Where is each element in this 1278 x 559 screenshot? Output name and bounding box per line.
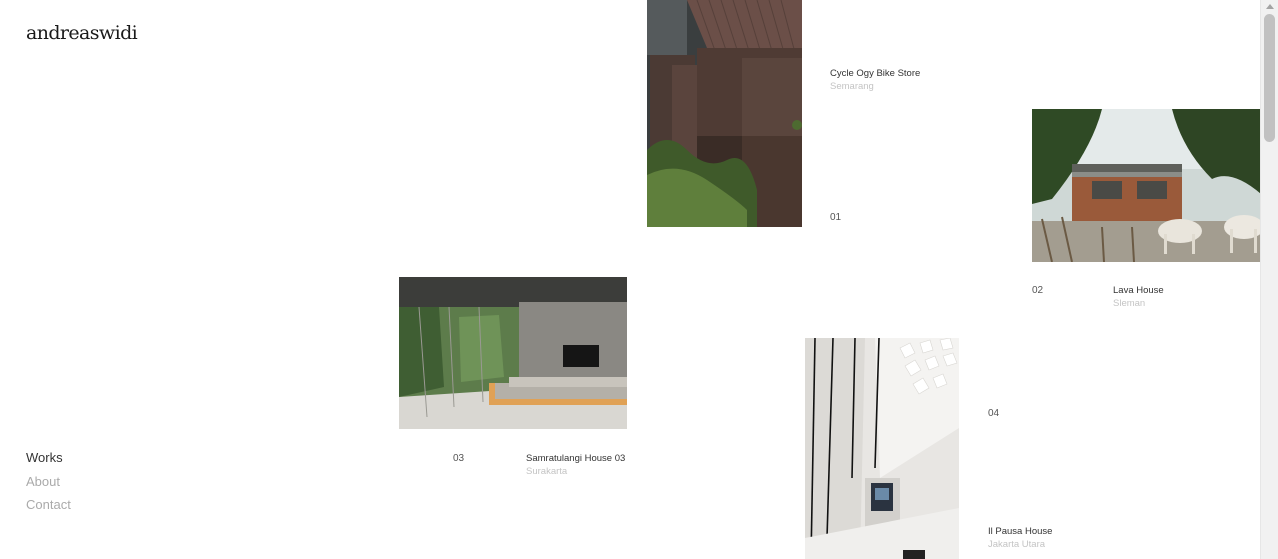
- site-logo[interactable]: andreaswidi: [26, 22, 138, 44]
- project-01-title[interactable]: Cycle Ogy Bike Store: [830, 68, 920, 79]
- project-04-location: Jakarta Utara: [988, 539, 1046, 550]
- main-nav: Works About Contact: [26, 446, 71, 517]
- scroll-up-arrow-icon[interactable]: [1266, 4, 1274, 9]
- project-02-number: 02: [1032, 285, 1044, 296]
- page: andreaswidi Works About Contact Cycle Og…: [0, 0, 1278, 559]
- page-scrollbar[interactable]: [1260, 0, 1278, 559]
- project-04-title[interactable]: Il Pausa House: [988, 526, 1052, 537]
- project-01-photo[interactable]: [647, 0, 802, 227]
- project-04-number: 04: [988, 408, 1000, 419]
- project-03-photo[interactable]: [399, 277, 627, 429]
- project-01-location: Semarang: [830, 81, 874, 92]
- nav-about-link[interactable]: About: [26, 470, 71, 494]
- project-02-title[interactable]: Lava House: [1113, 285, 1164, 296]
- nav-contact-link[interactable]: Contact: [26, 493, 71, 517]
- project-02-photo[interactable]: [1032, 109, 1261, 262]
- nav-works-link[interactable]: Works: [26, 446, 71, 470]
- project-03-title[interactable]: Samratulangi House 03: [526, 453, 625, 464]
- project-03-location: Surakarta: [526, 466, 568, 477]
- project-01-number: 01: [830, 212, 842, 223]
- project-02-location: Sleman: [1113, 298, 1146, 309]
- scrollbar-thumb[interactable]: [1264, 14, 1275, 142]
- project-04-photo[interactable]: [805, 338, 959, 559]
- project-03-number: 03: [453, 453, 465, 464]
